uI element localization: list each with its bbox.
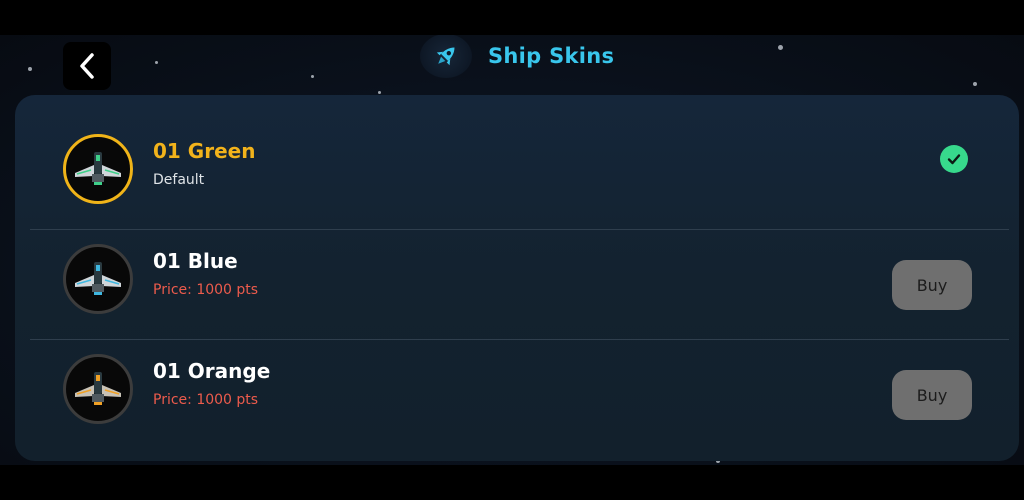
skin-name: 01 Green [153, 139, 256, 163]
skin-price: Price: 1000 pts [153, 282, 259, 298]
header: Ship Skins [420, 35, 615, 78]
star [155, 61, 158, 64]
star [973, 82, 977, 86]
ship-icon [75, 372, 121, 405]
chevron-left-icon [80, 53, 94, 79]
game-screen: Ship Skins 01 Green Default 01 Blue Pric… [0, 35, 1024, 465]
page-title: Ship Skins [488, 44, 615, 68]
skin-row-green[interactable]: 01 Green Default [30, 120, 1009, 230]
rocket-icon [420, 35, 472, 78]
ship-avatar-green [63, 134, 133, 204]
ship-icon [75, 152, 121, 185]
skin-row-blue[interactable]: 01 Blue Price: 1000 pts Buy [30, 230, 1009, 340]
checkmark-icon [940, 145, 968, 173]
ship-avatar-orange [63, 354, 133, 424]
buy-button[interactable]: Buy [892, 260, 972, 310]
star [378, 91, 381, 94]
skin-subtitle: Default [153, 172, 205, 188]
skin-name: 01 Orange [153, 359, 271, 383]
star [778, 45, 783, 50]
skin-row-orange[interactable]: 01 Orange Price: 1000 pts Buy [30, 340, 994, 450]
back-button[interactable] [63, 42, 111, 90]
ship-avatar-blue [63, 244, 133, 314]
star [311, 75, 314, 78]
skins-list-panel: 01 Green Default 01 Blue Price: 1000 pts… [15, 95, 1019, 461]
ship-icon [75, 262, 121, 295]
star [28, 67, 32, 71]
buy-button[interactable]: Buy [892, 370, 972, 420]
skin-price: Price: 1000 pts [153, 392, 259, 408]
skin-name: 01 Blue [153, 249, 238, 273]
